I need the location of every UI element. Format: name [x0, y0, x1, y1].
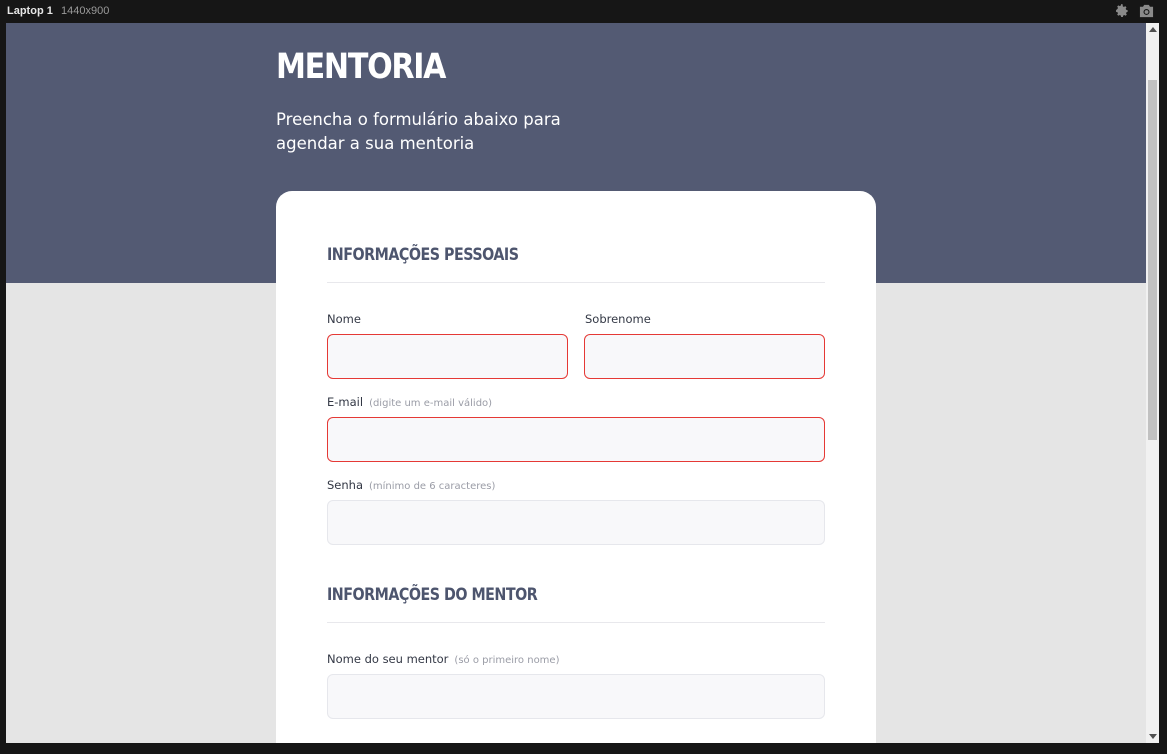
- gear-icon[interactable]: [1115, 4, 1129, 18]
- password-label: Senha (mínimo de 6 caracteres): [327, 478, 495, 492]
- password-label-text: Senha: [327, 478, 363, 492]
- device-toolbar: Laptop 1 1440x900: [0, 0, 1167, 23]
- mentoria-form: INFORMAÇÕES PESSOAIS Nome Sobrenome E-ma…: [276, 191, 876, 743]
- scroll-down-icon[interactable]: [1149, 734, 1157, 739]
- brand-title: MENTORIA: [276, 47, 446, 87]
- password-input[interactable]: [327, 500, 825, 545]
- vertical-scrollbar[interactable]: [1146, 23, 1159, 743]
- scroll-up-icon[interactable]: [1149, 27, 1157, 32]
- first-name-label: Nome: [327, 312, 361, 326]
- section-title-mentor: INFORMAÇÕES DO MENTOR: [327, 585, 538, 605]
- email-label: E-mail (digite um e-mail válido): [327, 395, 492, 409]
- section-divider: [327, 282, 825, 283]
- mentor-name-label-text: Nome do seu mentor: [327, 652, 449, 666]
- section-divider: [327, 622, 825, 623]
- mentor-name-label: Nome do seu mentor (só o primeiro nome): [327, 652, 559, 666]
- last-name-label-text: Sobrenome: [585, 312, 651, 326]
- email-input[interactable]: [327, 417, 825, 462]
- last-name-label: Sobrenome: [585, 312, 651, 326]
- first-name-label-text: Nome: [327, 312, 361, 326]
- mentor-name-hint: (só o primeiro nome): [454, 655, 560, 666]
- page-subtitle: Preencha o formulário abaixo para agenda…: [276, 110, 561, 153]
- email-label-text: E-mail: [327, 395, 364, 409]
- mentor-name-input[interactable]: [327, 674, 825, 719]
- first-name-input[interactable]: [327, 334, 568, 379]
- camera-icon[interactable]: [1139, 4, 1154, 18]
- device-size: 1440x900: [61, 5, 110, 17]
- email-hint: (digite um e-mail válido): [369, 398, 493, 409]
- last-name-input[interactable]: [584, 334, 825, 379]
- device-name[interactable]: Laptop 1: [7, 5, 53, 17]
- page-viewport: MENTORIA Preencha o formulário abaixo pa…: [6, 23, 1146, 743]
- scrollbar-thumb[interactable]: [1148, 80, 1157, 440]
- password-hint: (mínimo de 6 caracteres): [369, 481, 496, 492]
- section-title-personal: INFORMAÇÕES PESSOAIS: [327, 245, 519, 265]
